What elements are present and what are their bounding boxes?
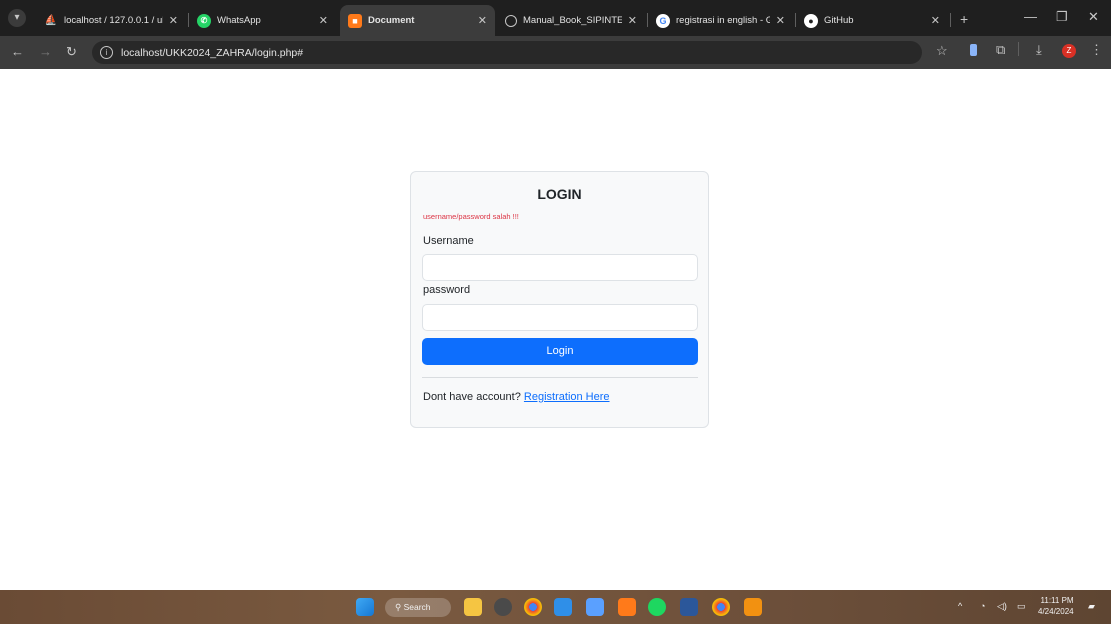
tab-manual-book[interactable]: Manual_Book_SIPINTER.p ✕ — [497, 5, 645, 36]
extension-icon[interactable] — [970, 44, 977, 56]
tab-document[interactable]: ■ Document ✕ — [340, 5, 495, 36]
tab-whatsapp[interactable]: ✆ WhatsApp ✕ — [189, 5, 336, 36]
download-icon[interactable]: ⤓ — [1036, 42, 1042, 58]
notification-icon[interactable]: ▰ — [1088, 601, 1095, 612]
divider — [422, 377, 698, 378]
document-icon: ■ — [348, 13, 362, 28]
login-card: LOGIN username/password salah !!! Userna… — [410, 171, 709, 428]
tab-github[interactable]: ● GitHub ✕ — [796, 5, 948, 36]
username-label: Username — [423, 235, 474, 247]
whatsapp-icon: ✆ — [197, 13, 211, 28]
forward-arrow-icon[interactable]: → — [39, 44, 52, 60]
tab-search-chevron-icon[interactable]: ▾ — [8, 9, 26, 27]
puzzle-extensions-icon[interactable]: ⧉ — [996, 42, 1005, 58]
close-icon[interactable]: ✕ — [169, 14, 178, 27]
close-icon[interactable]: ✕ — [319, 14, 328, 27]
page-content: LOGIN username/password salah !!! Userna… — [0, 69, 1111, 590]
tab-phpmyadmin[interactable]: ⛵ localhost / 127.0.0.1 / ukk2 ✕ — [36, 5, 186, 36]
wifi-icon[interactable]: ◔ — [980, 601, 985, 611]
toolbar-separator — [1018, 42, 1019, 56]
tab-title: localhost / 127.0.0.1 / ukk2 — [64, 15, 163, 26]
bookmark-star-icon[interactable]: ☆ — [936, 43, 948, 59]
google-icon: G — [656, 13, 670, 28]
kebab-menu-icon[interactable]: ⋮ — [1090, 42, 1103, 58]
register-prompt-text: Dont have account? — [423, 391, 521, 403]
minimize-icon[interactable]: — — [1024, 9, 1037, 24]
chrome-icon[interactable] — [524, 598, 542, 616]
word-icon[interactable] — [680, 598, 698, 616]
tab-title: WhatsApp — [217, 15, 261, 26]
vscode-icon[interactable] — [554, 598, 572, 616]
shield-app-icon[interactable] — [586, 598, 604, 616]
password-input[interactable] — [422, 304, 698, 331]
spotify-icon[interactable] — [648, 598, 666, 616]
address-bar[interactable]: i localhost/UKK2024_ZAHRA/login.php# — [92, 41, 922, 64]
login-title: LOGIN — [537, 186, 582, 202]
tab-title: Document — [368, 15, 415, 26]
back-arrow-icon[interactable]: ← — [11, 44, 24, 60]
tab-separator — [950, 13, 951, 27]
site-info-icon[interactable]: i — [100, 46, 113, 59]
battery-icon[interactable]: ▭ — [1017, 601, 1026, 612]
file-explorer-icon[interactable] — [464, 598, 482, 616]
xampp-icon[interactable] — [744, 598, 762, 616]
camera-icon[interactable] — [494, 598, 512, 616]
profile-avatar[interactable]: Z — [1062, 44, 1076, 58]
close-icon[interactable]: ✕ — [931, 14, 940, 27]
close-icon[interactable]: ✕ — [628, 14, 637, 27]
tab-google-search[interactable]: G registrasi in english - Goo ✕ — [648, 5, 793, 36]
close-icon[interactable]: ✕ — [478, 14, 487, 27]
windows-taskbar: ⚲ Search ^ ◔ ◁) ▭ 11:11 PM 4/24/2024 ▰ — [0, 590, 1111, 624]
tray-chevron-up-icon[interactable]: ^ — [958, 601, 962, 611]
globe-icon — [505, 14, 517, 27]
register-prompt: Dont have account? Registration Here — [423, 391, 610, 403]
search-icon: ⚲ — [395, 602, 404, 612]
error-message: username/password salah !!! — [423, 212, 519, 221]
window-close-icon[interactable]: ✕ — [1088, 9, 1099, 25]
volume-icon[interactable]: ◁) — [997, 601, 1007, 612]
tab-title: GitHub — [824, 15, 854, 26]
search-label: Search — [403, 602, 431, 612]
tab-title: registrasi in english - Goo — [676, 15, 770, 26]
document-app-icon[interactable] — [618, 598, 636, 616]
tab-title: Manual_Book_SIPINTER.p — [523, 15, 622, 26]
close-icon[interactable]: ✕ — [776, 14, 785, 27]
chrome-profile-icon[interactable] — [712, 598, 730, 616]
clock[interactable]: 11:11 PM 4/24/2024 — [1038, 595, 1074, 617]
restore-icon[interactable]: ❐ — [1056, 9, 1068, 25]
registration-link[interactable]: Registration Here — [524, 391, 610, 403]
address-bar-url[interactable]: localhost/UKK2024_ZAHRA/login.php# — [121, 47, 303, 59]
username-input[interactable] — [422, 254, 698, 281]
browser-tab-strip: ▾ ⛵ localhost / 127.0.0.1 / ukk2 ✕ ✆ Wha… — [0, 0, 1111, 36]
login-button[interactable]: Login — [422, 338, 698, 365]
windows-start-icon[interactable] — [356, 598, 374, 616]
reload-icon[interactable]: ↻ — [66, 44, 77, 60]
new-tab-plus-icon[interactable]: + — [960, 11, 968, 27]
phpmyadmin-icon: ⛵ — [44, 15, 58, 26]
clock-time: 11:11 PM — [1040, 596, 1074, 605]
clock-date: 4/24/2024 — [1038, 607, 1074, 616]
taskbar-search[interactable]: ⚲ Search — [385, 598, 451, 617]
password-label: password — [423, 284, 471, 296]
github-icon: ● — [804, 13, 818, 28]
